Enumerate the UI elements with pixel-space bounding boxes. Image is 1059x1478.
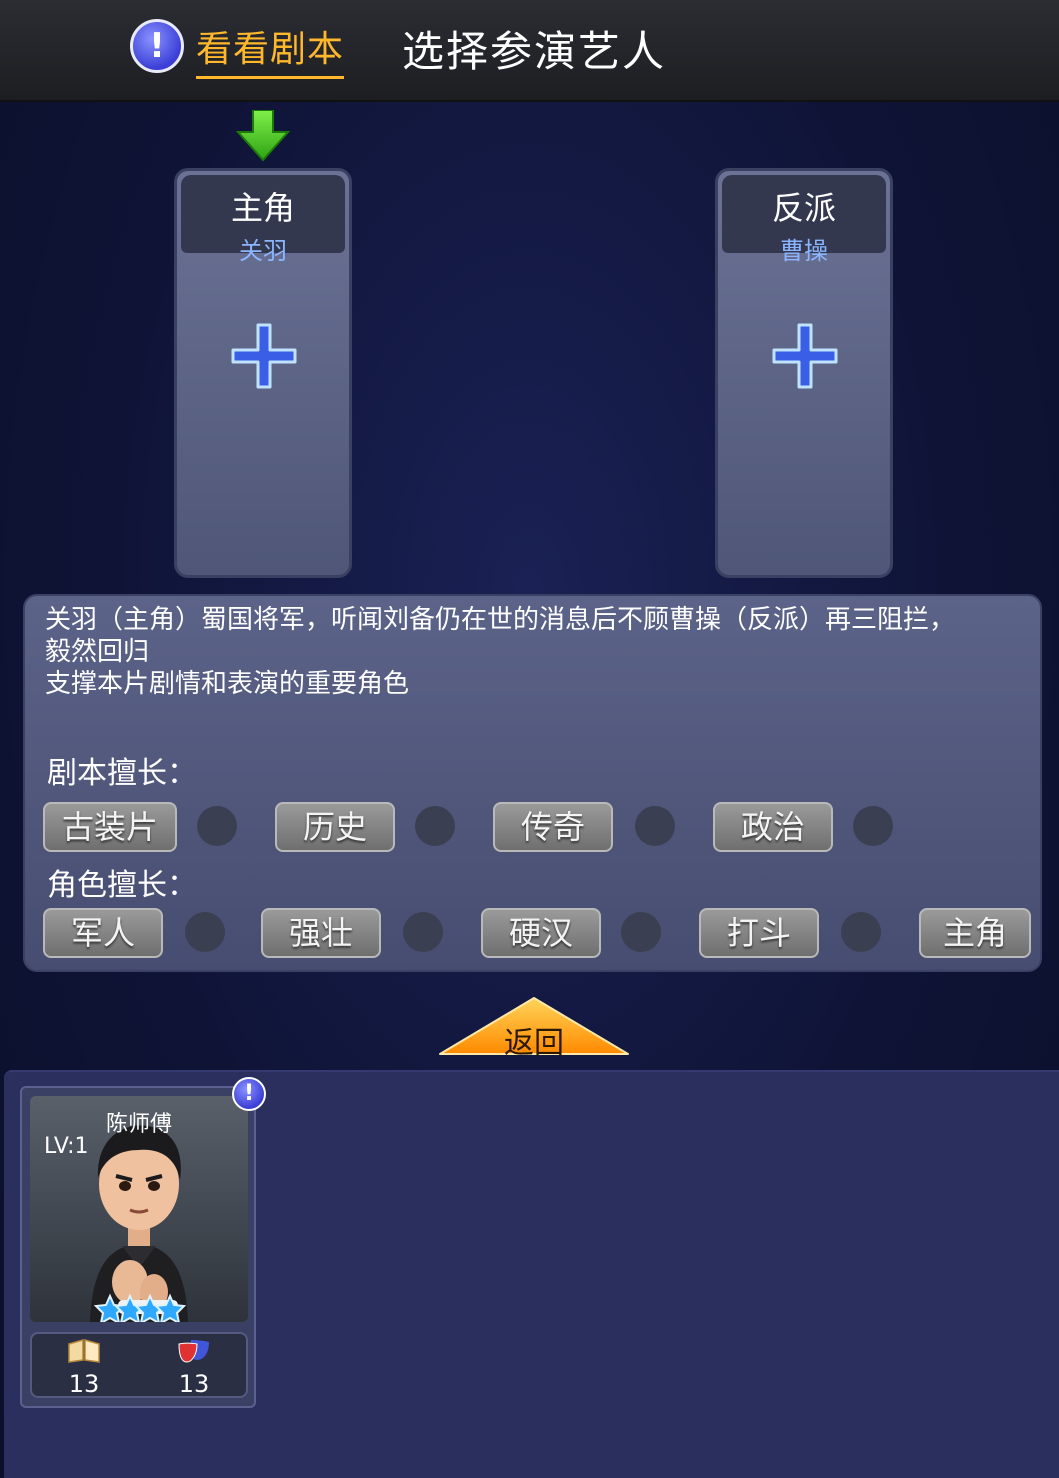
role-slot-lead[interactable]: 主角 关羽 xyxy=(174,168,352,578)
actor-level: LV:1 xyxy=(44,1134,89,1159)
arrow-down-icon xyxy=(236,110,290,162)
stat-value: 13 xyxy=(178,1370,210,1398)
exclamation-icon[interactable]: ! xyxy=(232,1077,266,1111)
slot-role-label: 主角 xyxy=(230,189,295,227)
stat-acting: 13 xyxy=(164,1338,224,1398)
role-skill-tag: 硬汉 xyxy=(481,908,601,958)
role-slot-villain[interactable]: 反派 曹操 xyxy=(715,168,893,578)
plus-icon[interactable] xyxy=(770,321,840,391)
slot-header: 主角 关羽 xyxy=(181,175,345,265)
script-skill-tag: 历史 xyxy=(275,802,395,852)
actor-card[interactable]: 陈师傅 LV:1 13 13 xyxy=(20,1086,256,1408)
skill-indicator-dot xyxy=(853,806,893,846)
role-skill-tag: 打斗 xyxy=(699,908,819,958)
script-skill-tag: 政治 xyxy=(713,802,833,852)
script-skill-tag: 古装片 xyxy=(43,802,177,852)
description-line: 关羽（主角）蜀国将军，听闻刘备仍在世的消息后不顾曹操（反派）再三阻拦， xyxy=(45,605,956,635)
description-line: 支撑本片剧情和表演的重要角色 xyxy=(45,669,410,699)
skill-indicator-dot xyxy=(841,912,881,952)
actor-portrait: 陈师傅 LV:1 xyxy=(30,1096,248,1322)
skill-indicator-dot xyxy=(403,912,443,952)
role-skills-label: 角色擅长： xyxy=(47,868,197,903)
description-line: 毅然回归 xyxy=(45,637,150,667)
back-button-label: 返回 xyxy=(504,1026,564,1061)
skill-indicator-dot xyxy=(415,806,455,846)
script-skills-label: 剧本擅长： xyxy=(47,756,197,791)
slot-character-name: 曹操 xyxy=(780,237,828,265)
skill-indicator-dot xyxy=(635,806,675,846)
description-text: 关羽（主角）蜀国将军，听闻刘备仍在世的消息后不顾曹操（反派）再三阻拦， 毅然回归… xyxy=(45,604,1035,700)
role-skill-tag: 军人 xyxy=(43,908,163,958)
skill-indicator-dot xyxy=(621,912,661,952)
book-icon xyxy=(68,1339,100,1363)
role-skill-tag: 主角 xyxy=(919,908,1031,958)
role-description-panel: 关羽（主角）蜀国将军，听闻刘备仍在世的消息后不顾曹操（反派）再三阻拦， 毅然回归… xyxy=(23,594,1042,972)
skill-indicator-dot xyxy=(197,806,237,846)
actor-stats: 13 13 xyxy=(30,1332,248,1398)
slot-header: 反派 曹操 xyxy=(722,175,886,265)
back-button[interactable]: 返回 xyxy=(438,996,630,1061)
skill-indicator-dot xyxy=(185,912,225,952)
view-script-link[interactable]: 看看剧本 xyxy=(196,20,345,79)
slot-role-label: 反派 xyxy=(771,189,836,227)
page-title: 选择参演艺人 xyxy=(402,27,667,76)
drama-mask-icon xyxy=(178,1340,209,1363)
plus-icon[interactable] xyxy=(229,321,299,391)
role-skill-tag: 强壮 xyxy=(261,908,381,958)
stat-script: 13 xyxy=(54,1338,114,1398)
script-skill-tag: 传奇 xyxy=(493,802,613,852)
slot-character-name: 关羽 xyxy=(239,237,287,265)
exclamation-icon[interactable]: ! xyxy=(130,19,184,73)
top-bar: ! 看看剧本 选择参演艺人 xyxy=(0,0,1059,102)
stat-value: 13 xyxy=(68,1370,100,1398)
